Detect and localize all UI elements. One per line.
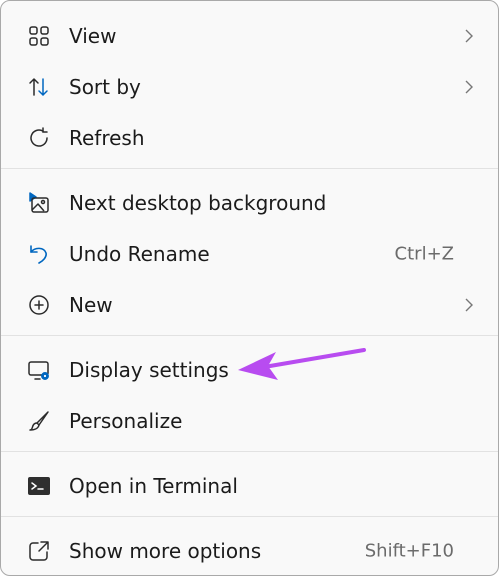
menu-item-sort-by[interactable]: Sort by <box>7 64 492 110</box>
menu-item-open-in-terminal[interactable]: Open in Terminal <box>7 463 492 509</box>
menu-separator <box>1 168 498 169</box>
menu-item-label: Refresh <box>69 126 145 150</box>
menu-item-label: Sort by <box>69 75 141 99</box>
menu-separator <box>1 451 498 452</box>
menu-separator <box>1 516 498 517</box>
annotation-arrow-icon <box>236 344 368 384</box>
sort-icon <box>27 75 51 99</box>
terminal-icon <box>27 474 51 498</box>
chevron-right-icon <box>464 28 474 44</box>
brush-icon <box>27 409 51 433</box>
grid-icon <box>27 24 51 48</box>
menu-item-show-more-options[interactable]: Show more options Shift+F10 <box>7 528 492 574</box>
menu-item-next-desktop-background[interactable]: Next desktop background <box>7 180 492 226</box>
menu-item-label: Next desktop background <box>69 191 327 215</box>
menu-item-label: Personalize <box>69 409 183 433</box>
refresh-icon <box>27 126 51 150</box>
display-settings-icon <box>27 358 51 382</box>
menu-item-refresh[interactable]: Refresh <box>7 115 492 161</box>
menu-separator <box>1 335 498 336</box>
menu-item-label: Display settings <box>69 358 229 382</box>
menu-item-label: Open in Terminal <box>69 474 238 498</box>
keyboard-shortcut: Ctrl+Z <box>394 243 454 265</box>
menu-item-label: View <box>69 24 117 48</box>
plus-circle-icon <box>27 293 51 317</box>
context-menu: View Sort by Refresh Next desktop backgr… <box>0 0 499 576</box>
keyboard-shortcut: Shift+F10 <box>364 540 454 562</box>
menu-item-label: Show more options <box>69 539 262 563</box>
menu-item-undo-rename[interactable]: Undo Rename Ctrl+Z <box>7 231 492 277</box>
chevron-right-icon <box>464 79 474 95</box>
menu-item-view[interactable]: View <box>7 13 492 59</box>
chevron-right-icon <box>464 297 474 313</box>
menu-item-new[interactable]: New <box>7 282 492 328</box>
menu-item-personalize[interactable]: Personalize <box>7 398 492 444</box>
menu-item-label: Undo Rename <box>69 242 210 266</box>
undo-icon <box>27 242 51 266</box>
menu-item-label: New <box>69 293 113 317</box>
show-more-icon <box>27 539 51 563</box>
next-background-icon <box>27 191 51 215</box>
